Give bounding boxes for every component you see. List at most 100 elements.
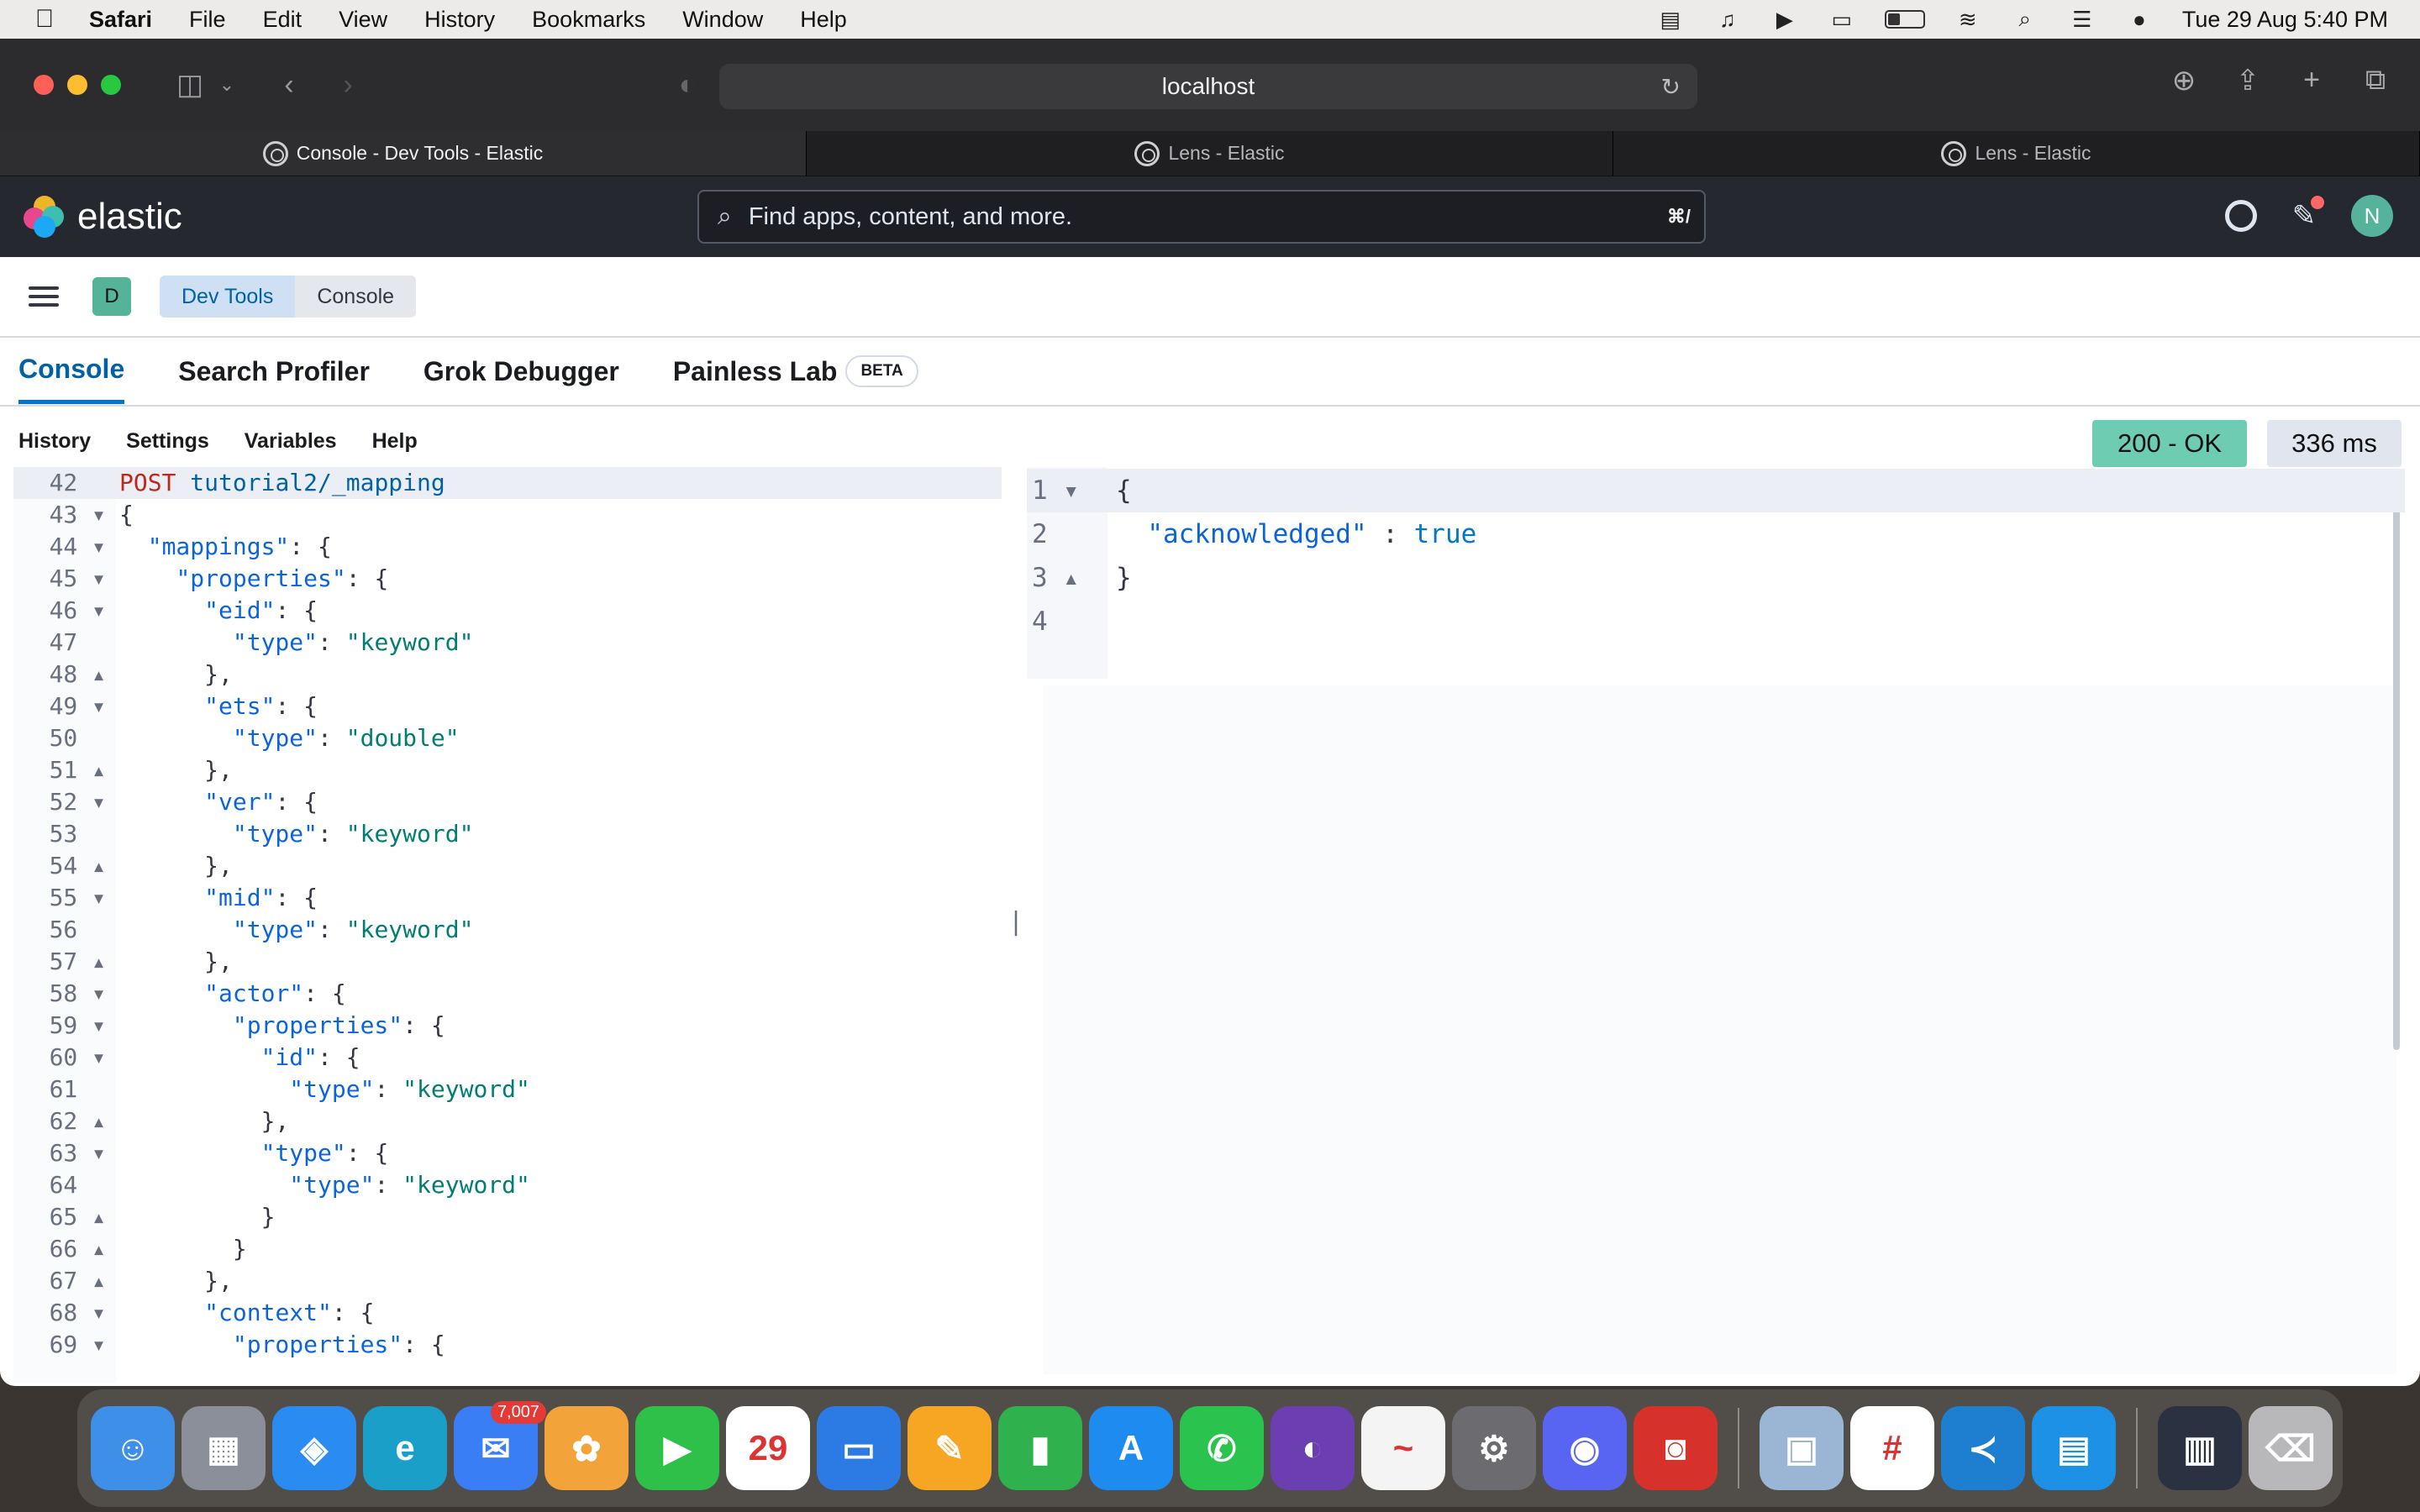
macos-menu-bar:  Safari File Edit View History Bookmark…: [0, 0, 2420, 39]
breadcrumb-dev-tools[interactable]: Dev Tools: [160, 276, 296, 318]
browser-tab-label: Lens - Elastic: [1168, 142, 1285, 164]
dock-slack-icon[interactable]: #: [1850, 1406, 1934, 1490]
dock-separator: [2136, 1408, 2138, 1488]
dock-pages-icon[interactable]: ✎: [908, 1406, 992, 1490]
menu-help[interactable]: Help: [800, 7, 847, 33]
menu-history[interactable]: History: [424, 7, 495, 33]
json-string: "keyword": [345, 820, 474, 848]
breadcrumb-bar: D Dev Tools Console: [0, 257, 2420, 338]
battery-icon[interactable]: [1884, 10, 1925, 29]
line-number: 61: [49, 1075, 106, 1103]
siri-icon[interactable]: ●: [2125, 7, 2154, 32]
request-editor[interactable]: ⚲ 42 POST tutorial2/_mapping43 ▾{44 ▾ "m…: [13, 467, 1002, 1383]
json-key: "ver": [204, 788, 276, 816]
dock-desktop-stack-icon[interactable]: ▥: [2158, 1406, 2242, 1490]
console-help-link[interactable]: Help: [372, 429, 418, 454]
code-text: },: [204, 1267, 233, 1294]
dock-safari-icon[interactable]: ◈: [272, 1406, 356, 1490]
screen-record-icon[interactable]: ▭: [1828, 7, 1856, 32]
console-history-link[interactable]: History: [18, 429, 91, 454]
dock-photo-booth-icon[interactable]: ◙: [1634, 1406, 1718, 1490]
dock-trash-icon[interactable]: ⌫: [2249, 1406, 2333, 1490]
code-line: 68 ▾ "context": {: [13, 1297, 1002, 1329]
code-text: {: [1116, 475, 1132, 506]
dock-photos-icon[interactable]: ✿: [544, 1406, 629, 1490]
code-text: "type": "keyword": [232, 628, 474, 656]
minimize-window-button[interactable]: [67, 75, 87, 95]
close-window-button[interactable]: [34, 75, 54, 95]
code-text: },: [204, 660, 233, 688]
dock-freeform-icon[interactable]: ~: [1361, 1406, 1445, 1490]
browser-tab-lens-1[interactable]: Lens - Elastic: [807, 131, 1613, 176]
browser-tab-label: Lens - Elastic: [1975, 142, 2091, 164]
menu-view[interactable]: View: [339, 7, 387, 33]
hamburger-menu-icon[interactable]: [29, 281, 59, 312]
privacy-shield-icon[interactable]: ◐: [669, 69, 706, 102]
reload-icon[interactable]: ↻: [1661, 73, 1681, 101]
user-avatar[interactable]: N: [2351, 195, 2393, 237]
downloads-icon[interactable]: ⊕: [2170, 64, 2198, 97]
dock-finder-icon[interactable]: ☺: [91, 1406, 175, 1490]
dock-launchpad-icon[interactable]: ▦: [182, 1406, 266, 1490]
dock-preview-icon[interactable]: ▣: [1760, 1406, 1844, 1490]
control-center-icon[interactable]: ☰: [2068, 7, 2096, 32]
airpods-icon[interactable]: ♫: [1713, 7, 1742, 32]
zoom-window-button[interactable]: [101, 75, 121, 95]
breadcrumb: Dev Tools Console: [160, 276, 417, 318]
forward-button[interactable]: ›: [329, 69, 366, 102]
code-text: },: [260, 1107, 290, 1135]
dock-whatsapp-icon[interactable]: ✆: [1180, 1406, 1264, 1490]
response-line: 1 ▾ {: [1027, 469, 2405, 512]
dock-docker-icon[interactable]: ▤: [2032, 1406, 2116, 1490]
dock-vscode-icon[interactable]: ≺: [1941, 1406, 2025, 1490]
apple-menu-icon[interactable]: : [30, 5, 59, 34]
wifi-icon[interactable]: ≋: [1954, 7, 1982, 32]
menu-edit[interactable]: Edit: [263, 7, 302, 33]
console-variables-link[interactable]: Variables: [245, 429, 337, 454]
menu-datetime[interactable]: Tue 29 Aug 5:40 PM: [2182, 7, 2388, 33]
dock-facetime-icon[interactable]: ▶: [635, 1406, 719, 1490]
elastic-logo[interactable]: elastic: [24, 196, 182, 238]
tab-search-profiler[interactable]: Search Profiler: [178, 341, 370, 402]
dock-numbers-icon[interactable]: ▮: [998, 1406, 1082, 1490]
response-editor[interactable]: 1 ▾{2 "acknowledged" : true 3 ▴} 4: [1027, 467, 2405, 1383]
tab-overview-icon[interactable]: ⧉: [2361, 64, 2390, 97]
sidebar-toggle-icon[interactable]: ◫: [171, 68, 208, 102]
tab-grok-debugger[interactable]: Grok Debugger: [424, 341, 619, 402]
global-search-input[interactable]: ⌕ Find apps, content, and more. ⌘/: [697, 190, 1706, 244]
menu-file[interactable]: File: [189, 7, 226, 33]
code-text: "context": {: [204, 1299, 375, 1326]
code-text: }: [260, 1203, 276, 1231]
dock-discord-icon[interactable]: ◉: [1543, 1406, 1627, 1490]
new-tab-icon[interactable]: +: [2297, 64, 2326, 97]
menu-bookmarks[interactable]: Bookmarks: [532, 7, 645, 33]
spotlight-search-icon[interactable]: ⌕: [2011, 6, 2039, 31]
address-bar[interactable]: localhost ↻: [719, 64, 1697, 109]
dock-keynote-icon[interactable]: ▭: [817, 1406, 901, 1490]
dock-calendar-icon[interactable]: 29: [726, 1406, 810, 1490]
code-line: 52 ▾ "ver": {: [13, 786, 1002, 818]
dock-app-store-icon[interactable]: A: [1089, 1406, 1173, 1490]
tab-painless-lab[interactable]: Painless Lab: [673, 341, 838, 402]
console-settings-link[interactable]: Settings: [126, 429, 209, 454]
tab-console[interactable]: Console: [18, 339, 125, 404]
dock-system-settings-icon[interactable]: ⚙: [1452, 1406, 1536, 1490]
back-button[interactable]: ‹: [271, 69, 308, 102]
play-status-icon[interactable]: ▶: [1770, 7, 1799, 32]
space-avatar[interactable]: D: [92, 277, 131, 316]
share-icon[interactable]: ⇪: [2233, 64, 2262, 97]
newsfeed-icon[interactable]: ✎: [2287, 196, 2324, 233]
chevron-down-icon[interactable]: ⌄: [208, 74, 245, 96]
help-icon[interactable]: [2225, 200, 2257, 232]
dock-github-desktop-icon[interactable]: ◐: [1270, 1406, 1355, 1490]
dock-edge-icon[interactable]: e: [363, 1406, 447, 1490]
docker-status-icon[interactable]: ▤: [1656, 7, 1685, 32]
line-number: 1 ▾: [1032, 475, 1079, 506]
line-number: 3 ▴: [1032, 563, 1079, 593]
browser-tab-lens-2[interactable]: Lens - Elastic: [1613, 131, 2420, 176]
menu-app-name[interactable]: Safari: [89, 7, 152, 33]
browser-tab-console[interactable]: Console - Dev Tools - Elastic: [0, 131, 807, 176]
dock-mail-icon[interactable]: ✉ 7,007: [454, 1401, 546, 1490]
menu-window[interactable]: Window: [682, 7, 763, 33]
code-text: }: [232, 1235, 247, 1263]
